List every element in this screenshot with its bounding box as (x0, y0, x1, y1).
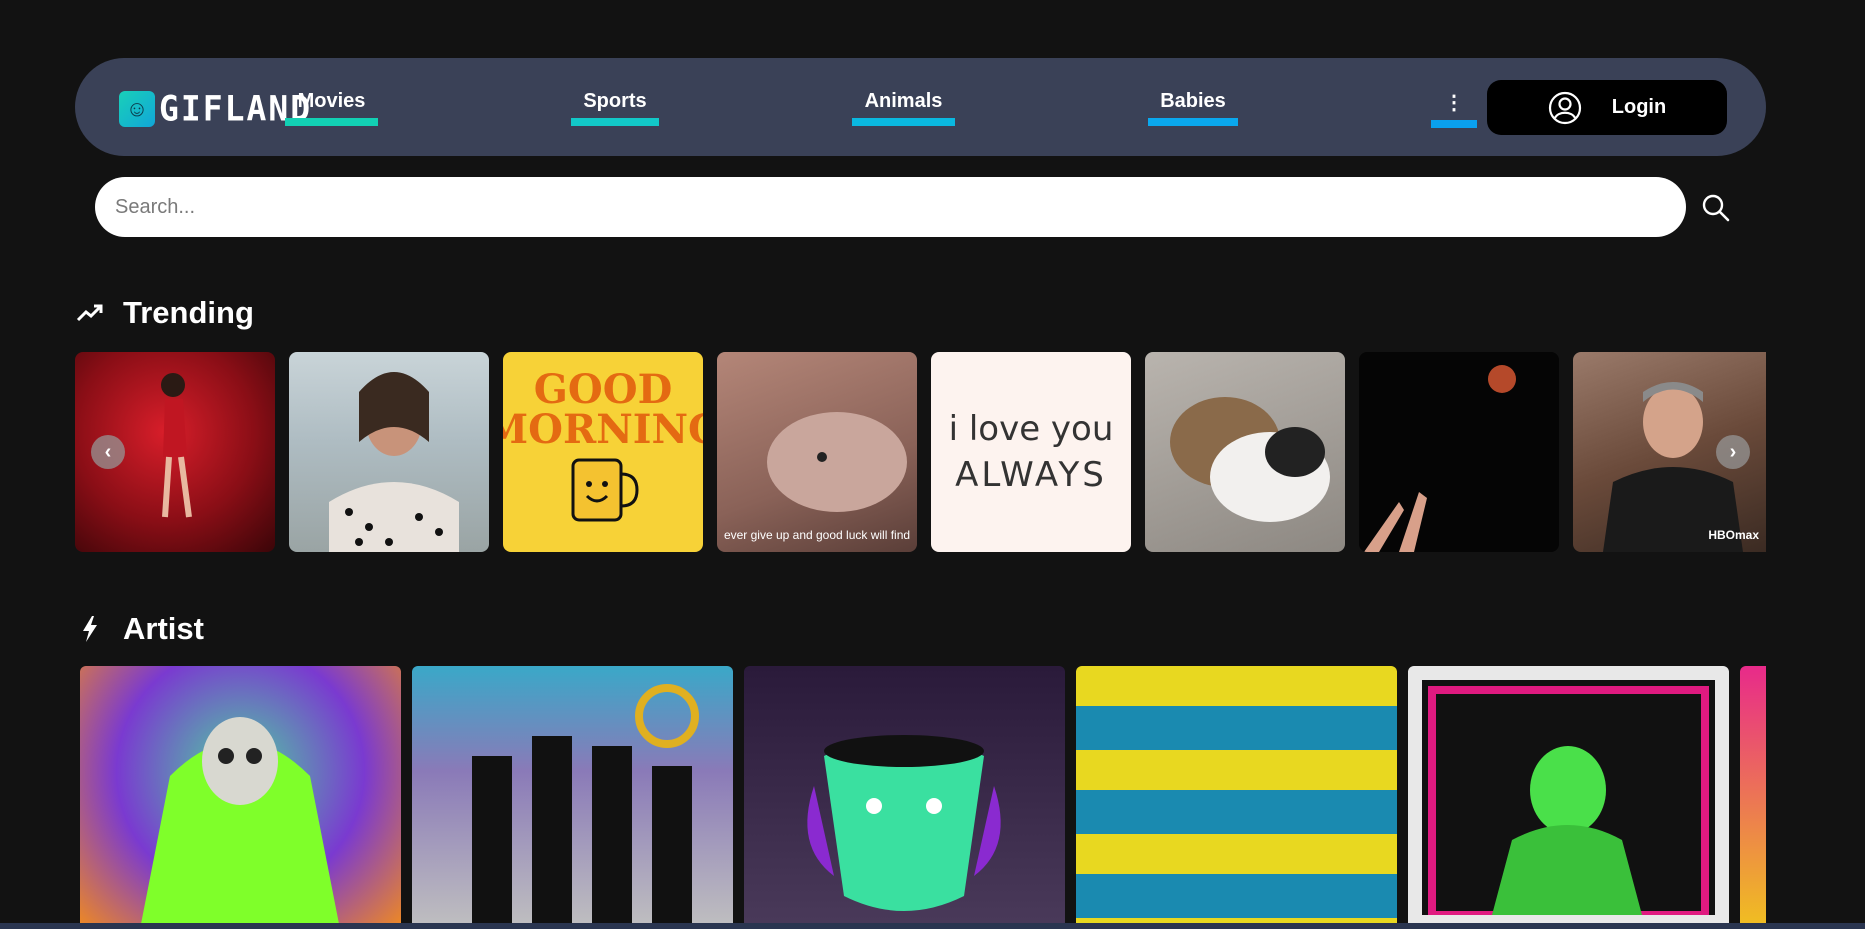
trending-heading: Trending (75, 295, 254, 331)
artist-heading: Artist (75, 611, 204, 647)
dancer-figure (161, 373, 192, 518)
man-heart-hands (329, 372, 459, 552)
trending-gif-6[interactable] (1145, 352, 1345, 552)
trending-gif-2[interactable] (289, 352, 489, 552)
cats-cuddling (1170, 397, 1330, 522)
trending-carousel: GOOD MORNING ever give up and good luck … (75, 352, 1766, 552)
good-morning-text: GOOD MORNING (503, 365, 703, 453)
artist-gif-6[interactable] (1740, 666, 1766, 926)
user-circle-icon (1548, 91, 1581, 124)
nav-item-movies[interactable]: Movies (285, 90, 378, 126)
shakespeare-art (807, 735, 1001, 911)
nav-underline (285, 118, 378, 126)
gifland-logo[interactable]: ☺ GIFLAND (119, 88, 312, 129)
carousel-next-button[interactable]: › (1716, 435, 1750, 469)
artist-gif-3[interactable] (744, 666, 1065, 926)
nav-item-animals[interactable]: Animals (852, 90, 955, 126)
luck-dragon (767, 412, 907, 512)
chevron-left-icon: ‹ (104, 440, 112, 463)
mug-icon (571, 458, 639, 521)
carousel-prev-button[interactable]: ‹ (91, 435, 125, 469)
nav-underline (1148, 118, 1238, 126)
artist-gif-1[interactable] (80, 666, 401, 926)
trending-gif-7[interactable] (1359, 352, 1559, 552)
trending-gif-5[interactable]: i love you ALWAYS (931, 352, 1131, 552)
skeleton-bride-art (140, 717, 340, 926)
hbomax-watermark: HBOmax (1708, 528, 1759, 542)
more-icon: ⋮ (1444, 92, 1464, 114)
trending-icon (75, 303, 105, 323)
guitarist-art (1428, 686, 1709, 915)
lightning-icon (75, 615, 105, 643)
bottom-strip (0, 923, 1865, 929)
trending-title: Trending (123, 295, 254, 330)
love-line-2: ALWAYS (955, 455, 1107, 495)
artist-title: Artist (123, 611, 204, 646)
artist-carousel (75, 666, 1766, 926)
more-menu-button[interactable]: ⋮ (1431, 90, 1477, 128)
nav-item-label: Animals (864, 90, 943, 112)
nav-underline (852, 118, 955, 126)
logo-icon: ☺ (119, 90, 155, 127)
artist-gif-5[interactable] (1408, 666, 1729, 926)
nav-underline (1431, 120, 1477, 128)
nav-item-babies[interactable]: Babies (1148, 90, 1238, 126)
nav-item-label: Sports (583, 90, 647, 112)
top-navbar: ☺ GIFLAND Movies Sports Animals Babies ⋮… (75, 58, 1766, 156)
nav-item-label: Babies (1160, 90, 1226, 112)
login-button[interactable]: Login (1487, 80, 1727, 135)
search-bar (95, 177, 1686, 237)
trending-gif-4[interactable]: ever give up and good luck will find (717, 352, 917, 552)
nav-item-label: Movies (297, 90, 366, 112)
artist-gif-4[interactable] (1076, 666, 1397, 926)
nav-underline (571, 118, 659, 126)
login-label: Login (1611, 96, 1667, 118)
artist-gif-2[interactable] (412, 666, 733, 926)
search-icon[interactable] (1701, 193, 1731, 223)
moon-hands (1364, 365, 1516, 552)
love-line-1: i love you (948, 409, 1114, 449)
gif-caption: ever give up and good luck will find (723, 528, 911, 542)
marching-band-art (472, 684, 699, 926)
nav-item-sports[interactable]: Sports (571, 90, 659, 126)
trending-gif-3[interactable]: GOOD MORNING (503, 352, 703, 552)
search-input[interactable] (95, 177, 1686, 237)
chevron-right-icon: › (1729, 440, 1737, 463)
